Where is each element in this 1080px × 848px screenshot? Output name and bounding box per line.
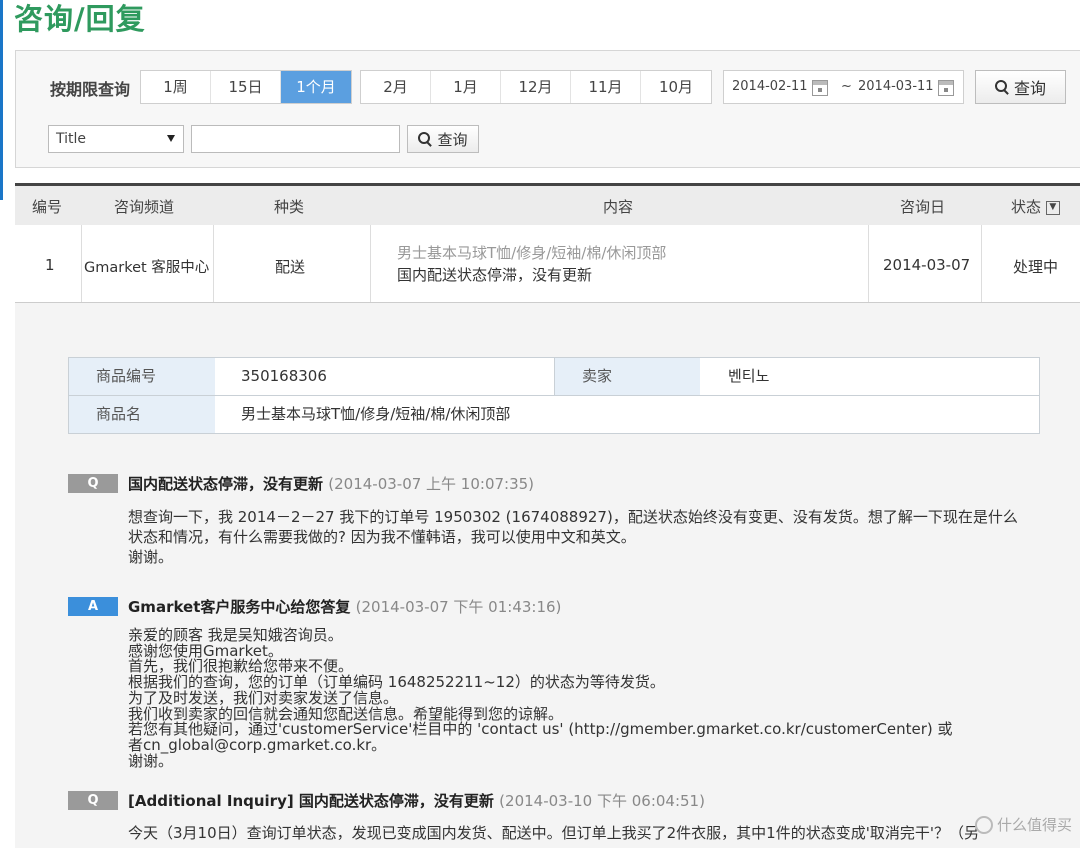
- message-body: 今天（3月10日）查询订单状态，发现已变成国内发货、配送中。但订单上我买了2件衣…: [128, 824, 979, 842]
- product-name-label: 商品名: [69, 396, 215, 433]
- watermark-logo-icon: [974, 815, 993, 834]
- watermark-text: 什么值得买: [996, 816, 1072, 834]
- column-divider: [868, 225, 869, 302]
- filter-panel: 按期限查询 1周 15日 1个月 2月 1月 12月 11月 10月 2014-…: [15, 50, 1080, 168]
- period-label: 按期限查询: [50, 80, 131, 99]
- inquiry-detail-panel: 商品编号 350168306 卖家 벤티노 商品名 男士基本马球T恤/修身/短袖…: [15, 303, 1080, 848]
- watermark: 什么值得买: [974, 814, 1072, 835]
- period-1-month-button[interactable]: 1个月: [281, 71, 351, 103]
- question-badge: Q: [68, 474, 118, 493]
- dropdown-arrow-icon: [167, 135, 175, 142]
- date-from-field[interactable]: 2014-02-11: [732, 79, 808, 94]
- header-content: 内容: [603, 198, 634, 216]
- date-separator: ~: [841, 79, 852, 94]
- product-number-label: 商品编号: [69, 358, 215, 395]
- message-subject: 国内配送状态停滞，没有更新: [128, 475, 324, 493]
- month-oct-button[interactable]: 10月: [641, 71, 711, 103]
- column-divider: [981, 225, 982, 302]
- header-kind: 种类: [274, 198, 305, 216]
- row-date: 2014-03-07: [883, 256, 971, 274]
- column-divider: [81, 225, 82, 302]
- keyword-search-button[interactable]: 查询: [407, 125, 479, 153]
- search-button-label: 查询: [1013, 79, 1046, 98]
- search-icon: [994, 80, 1009, 94]
- search-icon: [418, 132, 432, 146]
- message-timestamp: (2014-03-10 下午 06:04:51): [499, 792, 705, 810]
- page-title: 咨询/回复: [14, 2, 146, 36]
- answer-badge: A: [68, 597, 118, 616]
- header-number: 编号: [32, 198, 63, 216]
- message-body: 亲爱的顾客 我是吴知娥咨询员。 感谢您使用Gmarket。 首先，我们很抱歉给您…: [128, 626, 953, 770]
- calendar-icon[interactable]: [938, 80, 954, 96]
- field-select-value: Title: [56, 131, 87, 147]
- row-product: 男士基本马球T恤/修身/短袖/棉/休闲顶部: [397, 244, 667, 262]
- message-subject: [Additional Inquiry] 国内配送状态停滞，没有更新: [128, 792, 494, 810]
- product-number-value: 350168306: [241, 367, 327, 385]
- row-subject-link[interactable]: 国内配送状态停滞，没有更新: [397, 264, 592, 285]
- message-timestamp: (2014-03-07 上午 10:07:35): [328, 475, 535, 493]
- date-to-field[interactable]: 2014-03-11: [858, 79, 934, 94]
- period-1-week-button[interactable]: 1周: [141, 71, 211, 103]
- month-feb-button[interactable]: 2月: [361, 71, 431, 103]
- status-filter-dropdown[interactable]: 状态 ▼: [1011, 196, 1060, 217]
- keyword-input[interactable]: [191, 125, 400, 153]
- message-title: Gmarket客户服务中心给您答复 (2014-03-07 下午 01:43:1…: [128, 596, 561, 617]
- message-body: 想查询一下，我 2014－2－27 我下的订单号 1950302 (167408…: [128, 508, 1018, 566]
- table-row[interactable]: 1 Gmarket 客服中心 配送 男士基本马球T恤/修身/短袖/棉/休闲顶部 …: [15, 225, 1080, 303]
- product-info-table: 商品编号 350168306 卖家 벤티노 商品名 男士基本马球T恤/修身/短袖…: [68, 357, 1040, 434]
- month-nov-button[interactable]: 11月: [571, 71, 641, 103]
- message-title: [Additional Inquiry] 国内配送状态停滞，没有更新 (2014…: [128, 790, 705, 811]
- month-jan-button[interactable]: 1月: [431, 71, 501, 103]
- product-name-value: 男士基本马球T恤/修身/短袖/棉/休闲顶部: [241, 405, 511, 423]
- period-search-button[interactable]: 查询: [975, 70, 1066, 104]
- message-subject: Gmarket客户服务中心给您答复: [128, 598, 351, 616]
- header-date: 咨询日: [900, 198, 946, 216]
- header-status: 状态: [1011, 198, 1042, 216]
- field-select[interactable]: Title: [48, 125, 184, 153]
- row-status: 处理中: [1013, 258, 1059, 276]
- column-divider: [213, 225, 214, 302]
- message-title: 国内配送状态停滞，没有更新 (2014-03-07 上午 10:07:35): [128, 473, 534, 494]
- header-channel: 咨询频道: [114, 198, 175, 216]
- search-button-label: 查询: [437, 130, 468, 149]
- period-button-group: 1周 15日 1个月: [140, 70, 352, 104]
- month-button-group: 2月 1月 12月 11月 10月: [360, 70, 712, 104]
- seller-value: 벤티노: [728, 367, 770, 385]
- seller-label: 卖家: [554, 358, 700, 395]
- column-divider: [370, 225, 371, 302]
- period-15-days-button[interactable]: 15日: [211, 71, 281, 103]
- calendar-icon[interactable]: [812, 80, 828, 96]
- table-header: 编号 咨询频道 种类 内容 咨询日 状态 ▼: [15, 183, 1080, 225]
- month-dec-button[interactable]: 12月: [501, 71, 571, 103]
- row-channel: Gmarket 客服中心: [84, 260, 210, 276]
- date-range-box: 2014-02-11 ~ 2014-03-11: [723, 70, 964, 104]
- row-number: 1: [45, 256, 55, 274]
- question-badge: Q: [68, 791, 118, 810]
- row-kind: 配送: [275, 258, 306, 276]
- left-accent-bar: [0, 0, 3, 200]
- message-timestamp: (2014-03-07 下午 01:43:16): [355, 598, 562, 616]
- chevron-down-icon: ▼: [1045, 200, 1060, 215]
